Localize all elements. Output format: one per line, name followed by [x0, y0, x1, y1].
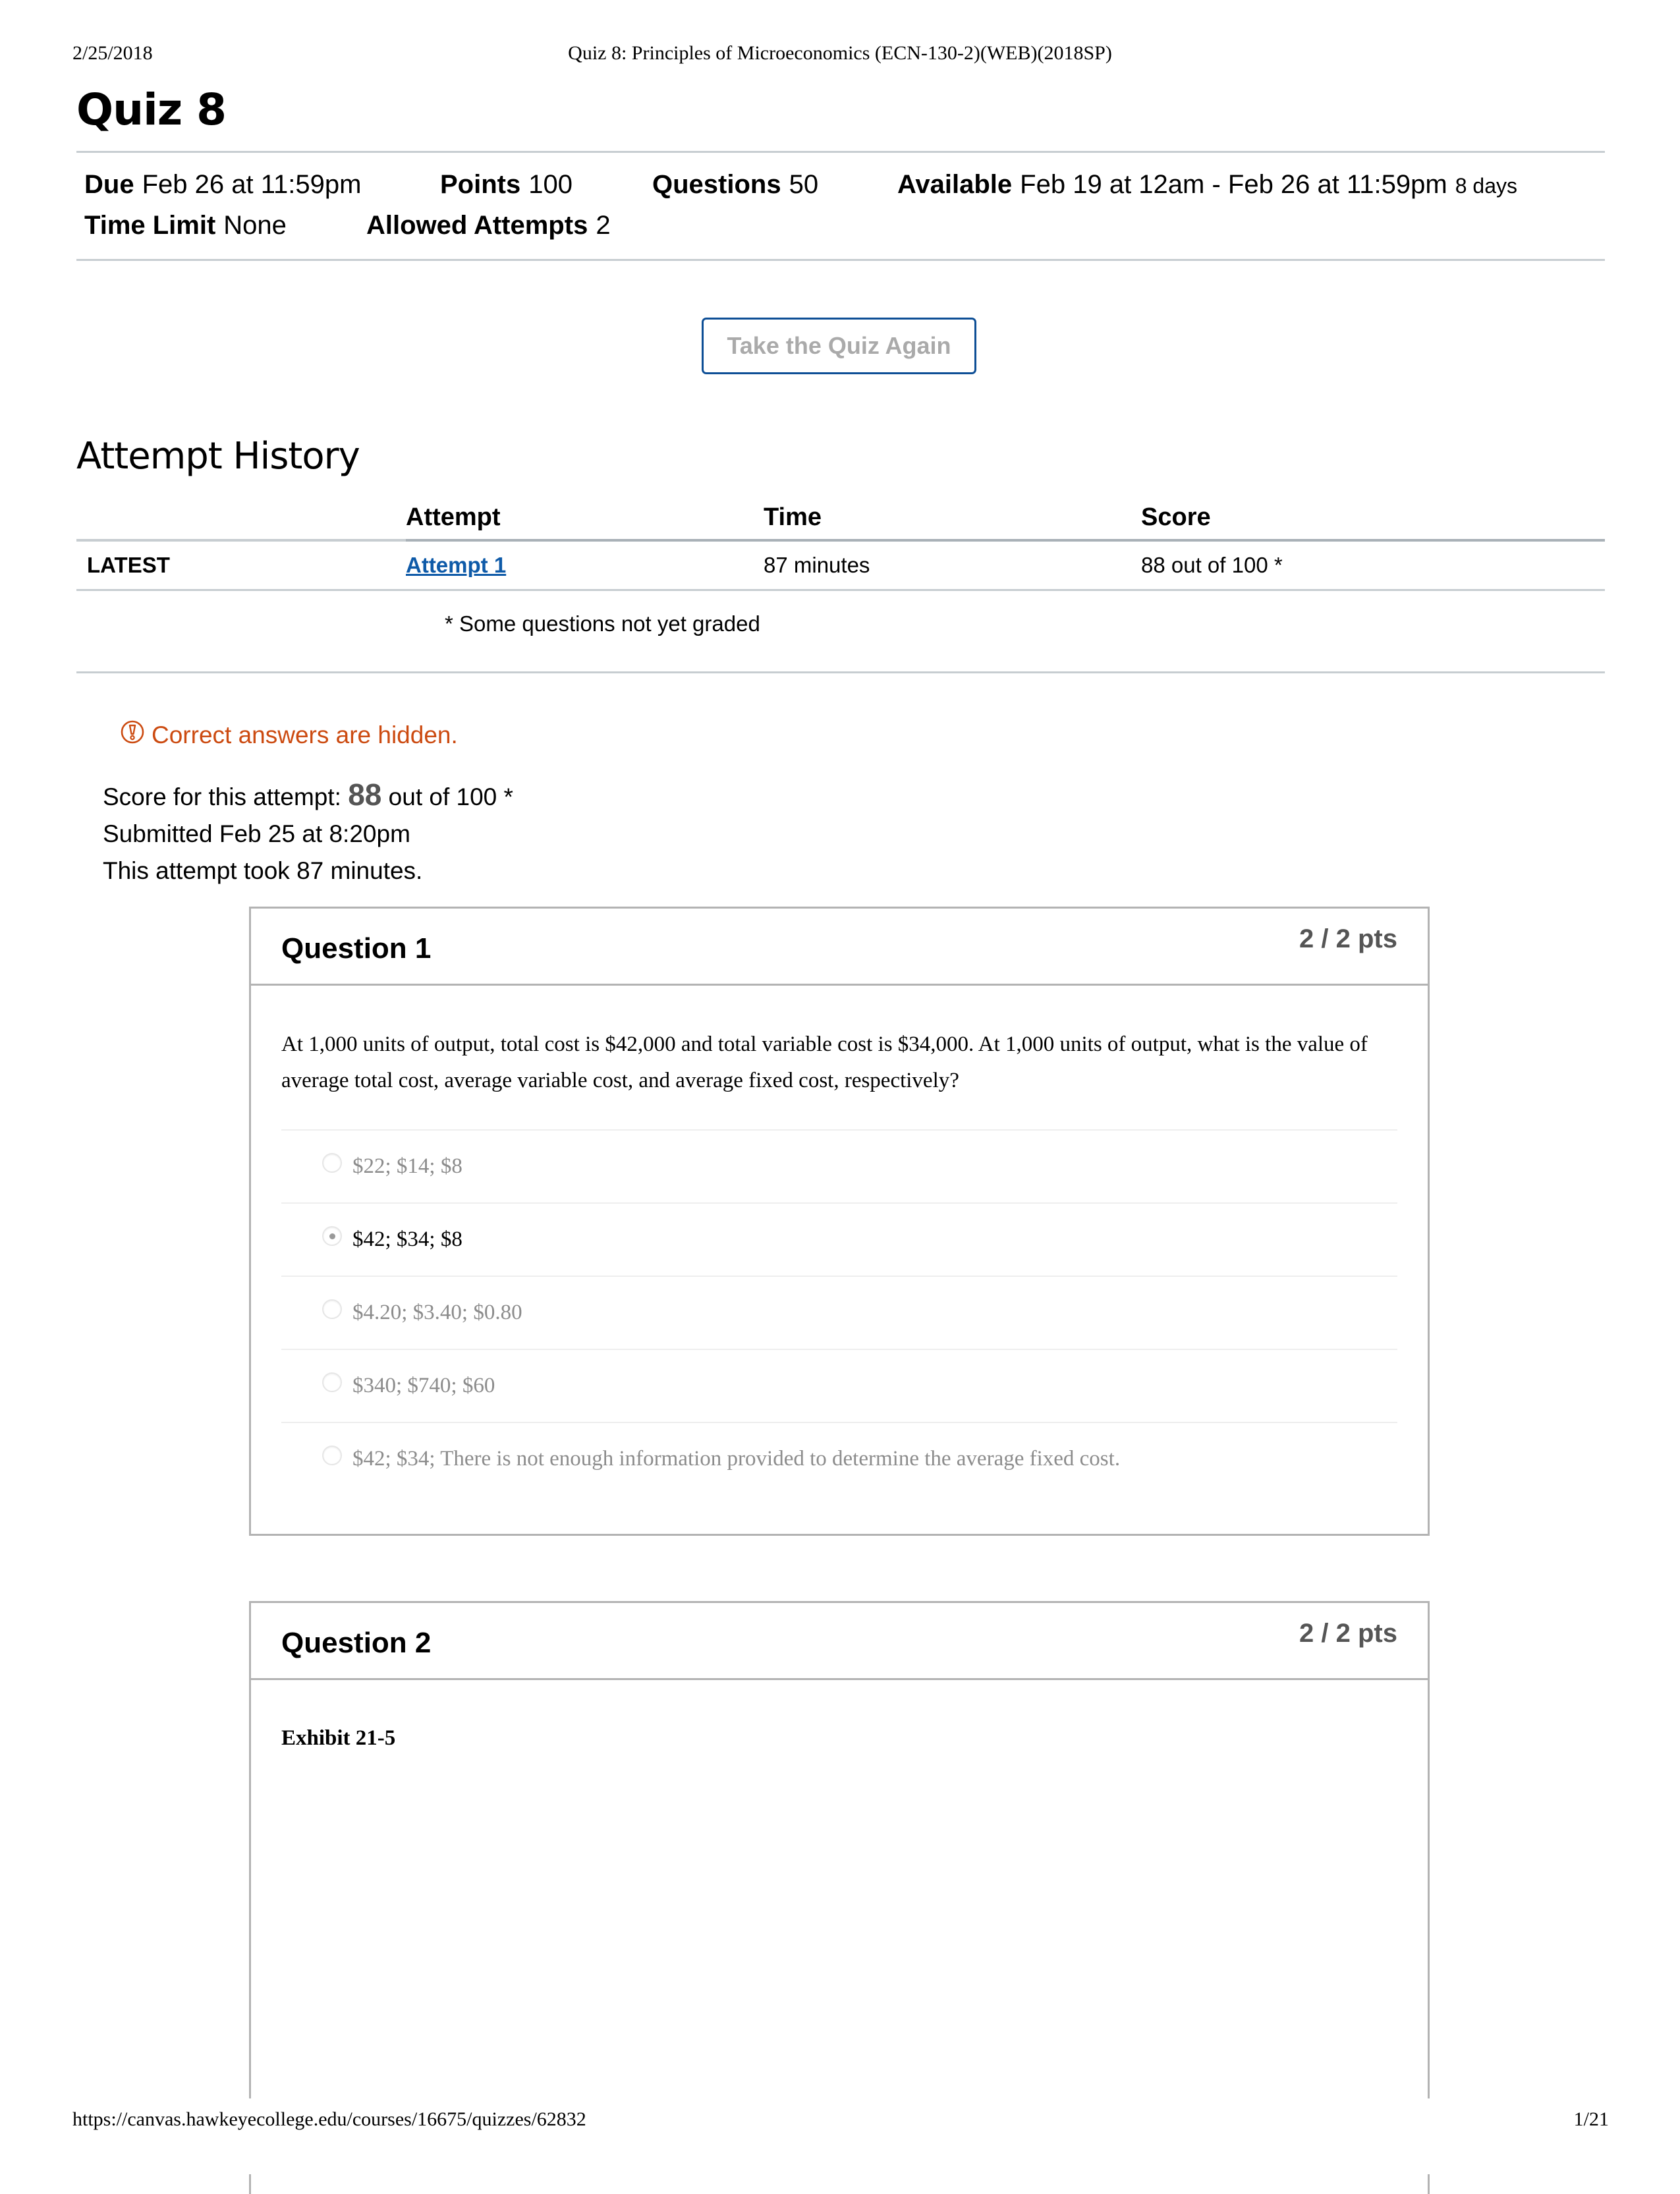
answer-label: $22; $14; $8 — [352, 1154, 462, 1178]
take-quiz-again-button[interactable]: Take the Quiz Again — [702, 318, 976, 374]
due-label: Due — [84, 170, 134, 199]
allowed-attempts-label: Allowed Attempts — [366, 211, 588, 240]
available-value: Feb 19 at 12am - Feb 26 at 11:59pm — [1020, 170, 1447, 199]
time-limit-value: None — [223, 211, 287, 240]
page-title: Quiz 8 — [76, 84, 227, 135]
questions-value: 50 — [789, 170, 819, 199]
radio-button[interactable] — [322, 1299, 342, 1319]
column-header-score: Score — [1141, 495, 1605, 542]
attempt-history-table: Attempt Time Score LATEST Attempt 1 87 m… — [76, 495, 1605, 591]
attempt-score-line: Score for this attempt: 88 out of 100 * — [103, 776, 513, 816]
question-header: Question 1 2 / 2 pts — [251, 909, 1428, 986]
print-title: Quiz 8: Principles of Microeconomics (EC… — [568, 42, 1112, 64]
points-detail: Points 100 — [440, 170, 652, 200]
time-limit-label: Time Limit — [84, 211, 216, 240]
answer-option[interactable]: $4.20; $3.40; $0.80 — [281, 1277, 1397, 1350]
questions-label: Questions — [652, 170, 781, 199]
attempt-1-link[interactable]: Attempt 1 — [406, 553, 506, 577]
column-header-time: Time — [764, 495, 1141, 542]
quiz-details: Due Feb 26 at 11:59pm Points 100 Questio… — [84, 170, 1600, 252]
points-label: Points — [440, 170, 521, 199]
question-body: At 1,000 units of output, total cost is … — [251, 1027, 1428, 1495]
notice-text: Correct answers are hidden. — [152, 721, 458, 748]
due-value: Feb 26 at 11:59pm — [142, 170, 362, 199]
time-limit-detail: Time Limit None — [84, 211, 366, 240]
divider — [76, 671, 1605, 673]
score-prefix: Score for this attempt: — [103, 783, 341, 810]
answer-list: $22; $14; $8 $42; $34; $8 $4.20; $3.40; … — [281, 1129, 1397, 1495]
radio-button[interactable] — [322, 1445, 342, 1465]
question-header: Question 2 2 / 2 pts — [251, 1603, 1428, 1680]
allowed-attempts-value: 2 — [596, 211, 611, 240]
answer-option[interactable]: $340; $740; $60 — [281, 1350, 1397, 1423]
available-label: Available — [897, 170, 1013, 199]
answer-label: $340; $740; $60 — [352, 1374, 495, 1397]
attempt-time: 87 minutes — [764, 540, 1141, 591]
allowed-attempts-detail: Allowed Attempts 2 — [366, 211, 611, 240]
grading-footnote: * Some questions not yet graded — [445, 611, 760, 636]
exhibit-title: Exhibit 21-5 — [281, 1726, 396, 1750]
question-body: Exhibit 21-5 — [251, 1726, 1428, 1751]
due-detail: Due Feb 26 at 11:59pm — [84, 170, 440, 200]
radio-button[interactable] — [322, 1372, 342, 1392]
question-title: Question 2 — [281, 1627, 432, 1659]
print-url: https://canvas.hawkeyecollege.edu/course… — [72, 2108, 586, 2130]
answer-label: $42; $34; $8 — [352, 1227, 462, 1251]
divider — [76, 151, 1605, 153]
divider — [76, 259, 1605, 261]
question-points: 2 / 2 pts — [1299, 924, 1397, 953]
available-detail: Available Feb 19 at 12am - Feb 26 at 11:… — [897, 170, 1517, 200]
score-suffix: out of 100 * — [388, 783, 513, 810]
question-title: Question 1 — [281, 932, 432, 965]
radio-button[interactable] — [322, 1152, 342, 1173]
table-row: LATEST Attempt 1 87 minutes 88 out of 10… — [76, 540, 1605, 591]
available-duration: 8 days — [1455, 174, 1517, 198]
answer-option[interactable]: $22; $14; $8 — [281, 1131, 1397, 1204]
answer-label: $4.20; $3.40; $0.80 — [352, 1301, 522, 1324]
latest-tag: LATEST — [76, 540, 406, 591]
points-value: 100 — [528, 170, 573, 199]
answer-option-selected[interactable]: $42; $34; $8 — [281, 1204, 1397, 1277]
answer-label: $42; $34; There is not enough informatio… — [352, 1447, 1121, 1471]
questions-detail: Questions 50 — [652, 170, 897, 200]
attempt-score: 88 out of 100 * — [1141, 540, 1605, 591]
column-header-attempt: Attempt — [406, 495, 764, 542]
warning-icon — [120, 719, 152, 750]
attempt-summary: Score for this attempt: 88 out of 100 * … — [103, 776, 513, 889]
attempt-history-heading: Attempt History — [76, 435, 360, 478]
answer-option[interactable]: $42; $34; There is not enough informatio… — [281, 1423, 1397, 1495]
print-page-number: 1/21 — [1573, 2108, 1609, 2130]
question-text: At 1,000 units of output, total cost is … — [281, 1032, 1368, 1092]
table-header-row: Attempt Time Score — [76, 495, 1605, 542]
score-value: 88 — [348, 777, 382, 812]
question-card: Question 1 2 / 2 pts At 1,000 units of o… — [249, 907, 1430, 1536]
duration-line: This attempt took 87 minutes. — [103, 857, 423, 884]
column-header — [76, 495, 406, 542]
correct-answers-hidden-notice: Correct answers are hidden. — [120, 719, 458, 750]
submitted-line: Submitted Feb 25 at 8:20pm — [103, 820, 410, 847]
radio-button-checked[interactable] — [322, 1225, 342, 1246]
question-points: 2 / 2 pts — [1299, 1619, 1397, 1648]
